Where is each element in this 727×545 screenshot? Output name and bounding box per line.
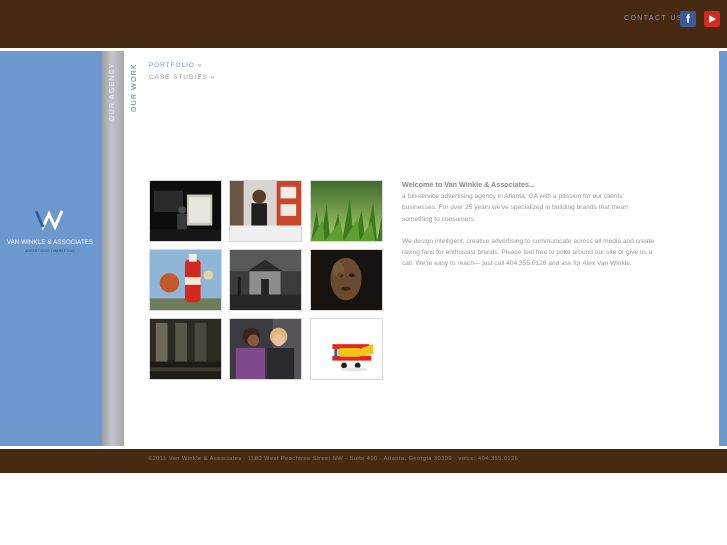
subnav-portfolio[interactable]: PORTFOLIO » [149, 62, 202, 69]
header-bar [0, 0, 727, 48]
brand-tagline: ADVERTISING | MARKETING [25, 249, 75, 253]
vw-logo-icon[interactable] [34, 208, 64, 230]
page: CONTACT US f VAN WINKLE & ASSOCIATES ADV… [0, 0, 727, 545]
thumbnail-old-house-dusk[interactable] [229, 249, 302, 311]
subnav-case-studies[interactable]: CASE STUDIES » [149, 74, 215, 81]
brand-name: VAN WINKLE & ASSOCIATES [6, 239, 94, 246]
footer-address: ©2011 Van Winkle & Associates · 1180 Wes… [148, 456, 519, 462]
thumbnail-carved-face-sculpture[interactable] [310, 249, 383, 311]
intro-text: Welcome to Van Winkle & Associates... a … [402, 179, 658, 280]
intro-paragraph-1: Welcome to Van Winkle & Associates... a … [402, 179, 658, 225]
thumbnail-two-women-laughing[interactable] [229, 318, 302, 380]
thumbnail-green-grass-field[interactable] [310, 180, 383, 242]
nav-our-agency[interactable]: OUR AGENCY [109, 62, 116, 121]
facebook-icon[interactable]: f [680, 11, 696, 27]
thumbnail-toy-biplane[interactable] [310, 318, 383, 380]
thumbnail-dark-room-windows[interactable] [149, 318, 222, 380]
nav-our-work[interactable]: OUR WORK [131, 63, 138, 112]
intro-paragraph-1-text: a full-service advertising agency in Atl… [402, 193, 628, 223]
right-accent-stripe [719, 51, 727, 446]
thumbnail-dark-presentation-scene[interactable] [149, 180, 222, 242]
youtube-icon[interactable] [704, 11, 720, 27]
intro-heading: Welcome to Van Winkle & Associates... [402, 180, 535, 189]
thumbnail-ketchup-bottle-mascots[interactable] [149, 249, 222, 311]
contact-us-link[interactable]: CONTACT US [624, 15, 683, 22]
thumbnail-woman-in-office[interactable] [229, 180, 302, 242]
intro-paragraph-2: We design intelligent, creative advertis… [402, 237, 655, 268]
